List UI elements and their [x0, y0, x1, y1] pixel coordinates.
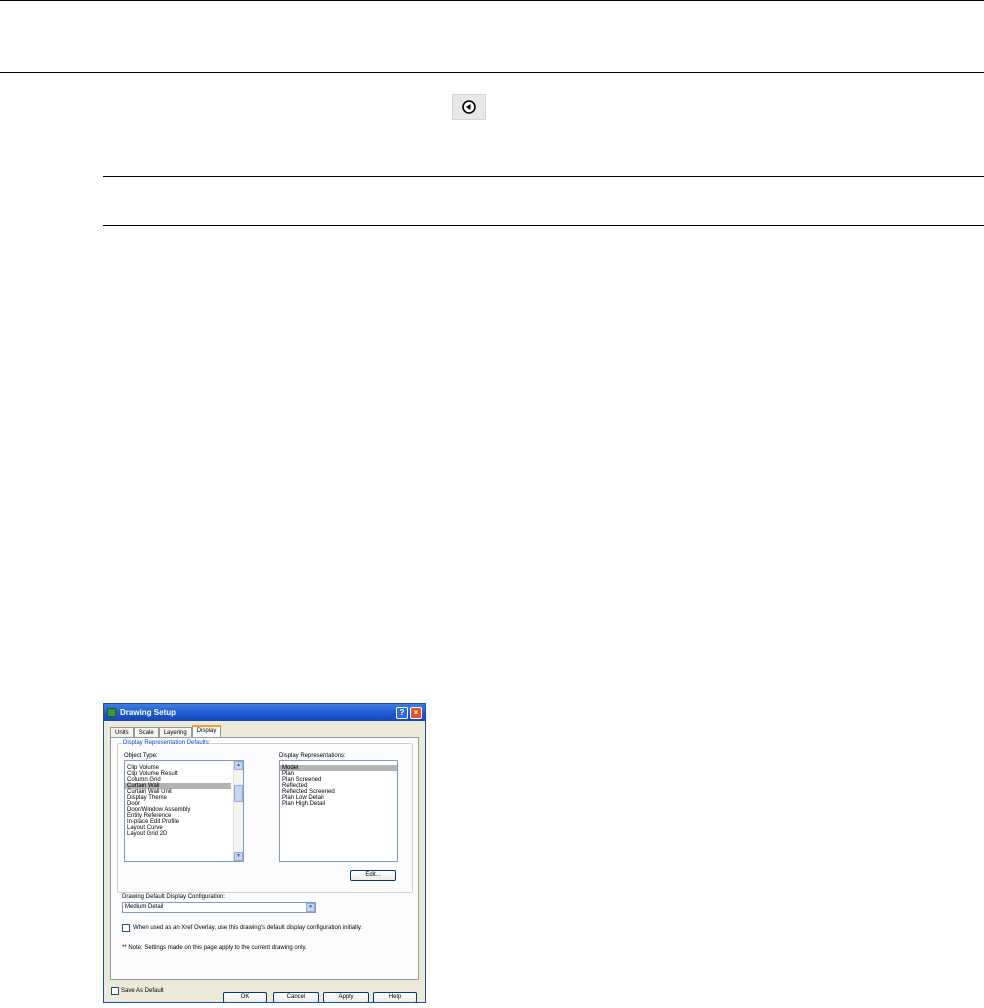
save-as-default-checkbox[interactable] — [111, 987, 119, 995]
drawing-setup-dialog: Drawing Setup ? × Units Scale Layering D… — [103, 703, 426, 1003]
scroll-up-icon[interactable]: ▲ — [234, 761, 243, 770]
tab-layering[interactable]: Layering — [158, 727, 192, 737]
display-tab-panel: Display Representation Defaults: Object … — [110, 737, 419, 980]
config-label: Drawing Default Display Configuration: — [122, 894, 226, 900]
dialog-title: Drawing Setup — [120, 708, 177, 717]
group-title: Display Representation Defaults: — [122, 740, 212, 746]
close-title-button[interactable]: × — [410, 706, 422, 719]
display-reps-list[interactable]: Model Plan Plan Screened Reflected Refle… — [279, 760, 398, 862]
save-as-default-label: Save As Default — [121, 988, 164, 994]
tab-scale[interactable]: Scale — [133, 727, 159, 737]
object-type-label: Object Type: — [124, 753, 158, 759]
display-reps-label: Display Representations: — [279, 753, 346, 759]
header-rule — [0, 72, 984, 73]
xref-overlay-label: When used as an Xref Overlay, use this d… — [133, 925, 363, 931]
dialog-titlebar: Drawing Setup ? × — [104, 704, 425, 721]
object-type-item[interactable]: Layout Grid 2D — [125, 831, 243, 837]
display-config-select[interactable]: Medium Detail ▼ — [122, 902, 316, 913]
tab-units[interactable]: Units — [110, 727, 134, 737]
tab-display[interactable]: Display — [191, 725, 222, 737]
cancel-button[interactable]: Cancel — [273, 992, 319, 1002]
ok-button[interactable]: OK — [223, 992, 267, 1002]
object-type-list[interactable]: Clip Volume Clip Volume Result Column Gr… — [124, 760, 244, 862]
display-rep-item[interactable]: Plan High Detail — [280, 801, 397, 807]
app-icon — [107, 708, 116, 717]
scroll-thumb[interactable] — [234, 785, 243, 802]
scroll-down-icon[interactable]: ▼ — [234, 852, 243, 861]
section-rule-top — [103, 176, 984, 177]
circle-arrow-left-icon — [462, 100, 476, 114]
display-config-value: Medium Detail — [125, 904, 164, 910]
help-button[interactable]: Help — [373, 992, 417, 1002]
help-title-button[interactable]: ? — [396, 706, 408, 719]
apply-button[interactable]: Apply — [323, 992, 369, 1002]
previous-nav-button[interactable] — [452, 94, 486, 120]
display-rep-defaults-group: Display Representation Defaults: Object … — [117, 740, 413, 893]
top-rule — [0, 0, 984, 1]
xref-overlay-checkbox[interactable] — [122, 924, 130, 932]
object-type-scrollbar[interactable]: ▲ ▼ — [233, 761, 243, 861]
settings-note: ** Note: Settings made on this page appl… — [122, 945, 307, 951]
chevron-down-icon[interactable]: ▼ — [306, 903, 315, 912]
edit-button[interactable]: Edit... — [350, 870, 396, 881]
section-rule-bottom — [103, 225, 984, 226]
tab-strip: Units Scale Layering Display — [110, 725, 222, 737]
